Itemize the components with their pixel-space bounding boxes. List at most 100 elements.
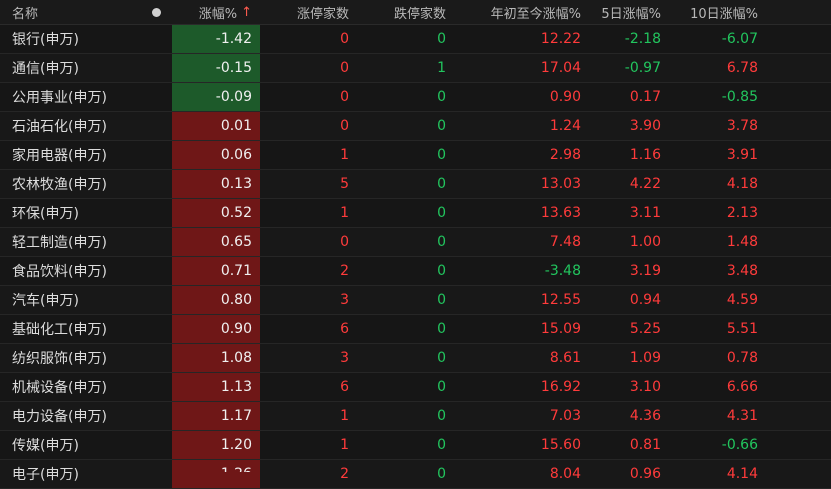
ytd-change-cell: 2.98 [549,147,581,163]
pct-change-cell: 1.13 [172,373,260,401]
column-header-name[interactable]: 名称 [0,0,140,24]
five-day-change-cell: 0.17 [629,89,661,105]
pct-change-cell: 0.13 [172,170,260,198]
ten-day-change-cell: -6.07 [721,31,758,47]
sector-name[interactable]: 电子(申万) [0,460,140,488]
limit-up-count-cell: 0 [340,31,349,47]
row-spacer [766,286,831,314]
column-header-ytd-change[interactable]: 年初至今涨幅% [454,0,589,24]
ytd-change-cell: 15.60 [540,437,581,453]
table-row[interactable]: 电子(申万)1.26208.040.964.14 [0,460,831,489]
limit-up-count-cell: 2 [340,466,349,482]
table-row[interactable]: 轻工制造(申万) 0.65 0 0 7.48 1.00 1.48 [0,228,831,257]
sector-name[interactable]: 石油石化(申万) [0,112,140,140]
sector-name[interactable]: 传媒(申万) [0,431,140,459]
table-header: 名称 涨幅% ↑ 涨停家数 跌停家数 年初至今涨幅% 5日涨幅% 10日涨幅% [0,0,831,25]
limit-up-count-cell: 1 [340,408,349,424]
ytd-change-cell: 12.55 [540,292,581,308]
pct-change-cell: 0.65 [172,228,260,256]
sector-name[interactable]: 银行(申万) [0,25,140,53]
limit-down-count-cell: 0 [437,234,446,250]
indicator-cell [140,431,172,459]
ten-day-change-cell: 3.48 [726,263,758,279]
row-spacer [766,54,831,82]
pct-change-cell: 0.90 [172,315,260,343]
table-row[interactable]: 家用电器(申万) 0.06 1 0 2.98 1.16 3.91 [0,141,831,170]
indicator-cell [140,170,172,198]
ten-day-change-cell: 3.78 [726,118,758,134]
table-row[interactable]: 电力设备(申万) 1.17 1 0 7.03 4.36 4.31 [0,402,831,431]
table-row[interactable]: 基础化工(申万) 0.90 6 0 15.09 5.25 5.51 [0,315,831,344]
row-spacer [766,402,831,430]
pct-change-cell: 1.20 [172,431,260,459]
table-row[interactable]: 纺织服饰(申万) 1.08 3 0 8.61 1.09 0.78 [0,344,831,373]
table-row[interactable]: 银行(申万) -1.42 0 0 12.22 -2.18 -6.07 [0,25,831,54]
column-header-pct-change[interactable]: 涨幅% ↑ [172,0,260,24]
indicator-cell [140,344,172,372]
column-header-limit-down-count[interactable]: 跌停家数 [357,0,454,24]
five-day-change-cell: 1.16 [629,147,661,163]
five-day-change-cell: 4.22 [629,176,661,192]
ten-day-change-cell: 4.31 [726,408,758,424]
limit-up-count-cell: 6 [340,321,349,337]
five-day-change-cell: 0.81 [629,437,661,453]
row-spacer [766,257,831,285]
limit-down-count-cell: 0 [437,118,446,134]
row-spacer [766,83,831,111]
indicator-cell [140,83,172,111]
ten-day-change-cell: 6.66 [726,379,758,395]
limit-up-count-cell: 0 [340,60,349,76]
ten-day-change-cell: 5.51 [726,321,758,337]
limit-down-count-cell: 0 [437,350,446,366]
column-header-indicator[interactable] [140,0,172,24]
sector-name[interactable]: 轻工制造(申万) [0,228,140,256]
five-day-change-cell: 3.11 [629,205,661,221]
sort-up-arrow-icon: ↑ [241,4,252,20]
limit-down-count-cell: 0 [437,147,446,163]
sector-performance-table: 名称 涨幅% ↑ 涨停家数 跌停家数 年初至今涨幅% 5日涨幅% 10日涨幅% … [0,0,831,489]
table-row[interactable]: 石油石化(申万) 0.01 0 0 1.24 3.90 3.78 [0,112,831,141]
ten-day-change-cell: -0.66 [721,437,758,453]
indicator-cell [140,228,172,256]
sector-name[interactable]: 汽车(申万) [0,286,140,314]
sector-name[interactable]: 环保(申万) [0,199,140,227]
column-header-limit-up-count[interactable]: 涨停家数 [260,0,357,24]
table-row[interactable]: 食品饮料(申万) 0.71 2 0 -3.48 3.19 3.48 [0,257,831,286]
table-row[interactable]: 公用事业(申万) -0.09 0 0 0.90 0.17 -0.85 [0,83,831,112]
sector-name[interactable]: 公用事业(申万) [0,83,140,111]
limit-up-count-cell: 1 [340,147,349,163]
limit-up-count-cell: 0 [340,118,349,134]
sector-name[interactable]: 农林牧渔(申万) [0,170,140,198]
sector-name[interactable]: 基础化工(申万) [0,315,140,343]
table-row[interactable]: 环保(申万) 0.52 1 0 13.63 3.11 2.13 [0,199,831,228]
row-spacer [766,373,831,401]
table-row[interactable]: 通信(申万) -0.15 0 1 17.04 -0.97 6.78 [0,54,831,83]
indicator-cell [140,112,172,140]
table-row[interactable]: 汽车(申万) 0.80 3 0 12.55 0.94 4.59 [0,286,831,315]
five-day-change-cell: 4.36 [629,408,661,424]
sector-name[interactable]: 机械设备(申万) [0,373,140,401]
next-row-partial-fill [172,472,260,479]
limit-up-count-cell: 0 [340,89,349,105]
table-body: 银行(申万) -1.42 0 0 12.22 -2.18 -6.07 通信(申万) -0.15 0… [0,25,831,489]
indicator-cell [140,141,172,169]
pct-change-cell: 0.71 [172,257,260,285]
limit-down-count-cell: 0 [437,205,446,221]
five-day-change-cell: 1.09 [629,350,661,366]
table-row[interactable]: 农林牧渔(申万) 0.13 5 0 13.03 4.22 4.18 [0,170,831,199]
ytd-change-cell: 12.22 [540,31,581,47]
sector-name[interactable]: 食品饮料(申万) [0,257,140,285]
limit-up-count-cell: 6 [340,379,349,395]
ytd-change-cell: 7.48 [549,234,581,250]
table-row[interactable]: 机械设备(申万) 1.13 6 0 16.92 3.10 6.66 [0,373,831,402]
column-header-five-day-change[interactable]: 5日涨幅% [589,0,669,24]
sector-name[interactable]: 纺织服饰(申万) [0,344,140,372]
column-header-ten-day-change[interactable]: 10日涨幅% [669,0,766,24]
five-day-change-cell: 1.00 [629,234,661,250]
sector-name[interactable]: 家用电器(申万) [0,141,140,169]
table-row[interactable]: 传媒(申万) 1.20 1 0 15.60 0.81 -0.66 [0,431,831,460]
sector-name[interactable]: 电力设备(申万) [0,402,140,430]
sector-name[interactable]: 通信(申万) [0,54,140,82]
limit-up-count-cell: 2 [340,263,349,279]
row-spacer [766,112,831,140]
